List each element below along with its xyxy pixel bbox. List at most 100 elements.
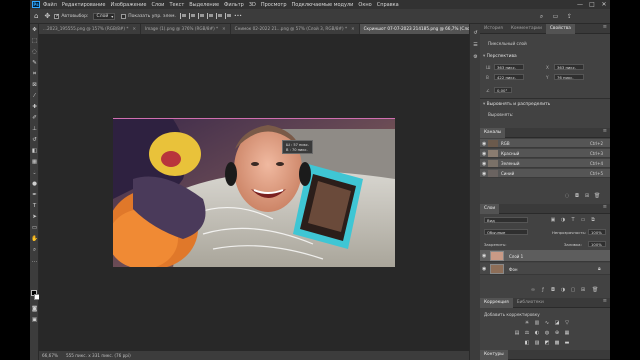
delete-channel-icon[interactable]: 🗑︎: [594, 193, 600, 199]
filter-pixel-icon[interactable]: ▣: [550, 217, 556, 223]
curves-icon[interactable]: ∿: [544, 320, 550, 326]
quick-mask-icon[interactable]: ◙: [31, 306, 38, 313]
comments-icon[interactable]: ☰: [472, 42, 479, 49]
filter-shape-icon[interactable]: ▭: [580, 217, 586, 223]
path-select-tool-icon[interactable]: ➤: [31, 214, 38, 221]
channel-mixer-icon[interactable]: ⊕: [554, 330, 560, 336]
panel-menu-icon[interactable]: ≡: [603, 128, 607, 134]
lasso-tool-icon[interactable]: ◌: [31, 49, 38, 56]
tab-adjustments[interactable]: Коррекция: [480, 298, 513, 308]
load-selection-icon[interactable]: ◌: [564, 193, 570, 199]
black-white-icon[interactable]: ◐: [534, 330, 540, 336]
align-section-title[interactable]: Выровнять и распределить: [483, 102, 551, 107]
height-field[interactable]: 422 пикс.: [494, 74, 524, 80]
rectangle-tool-icon[interactable]: ▭: [31, 225, 38, 232]
brush-tool-icon[interactable]: ✐: [31, 115, 38, 122]
close-button[interactable]: ✕: [598, 0, 610, 9]
tab-layers[interactable]: Слои: [480, 204, 500, 214]
clone-stamp-tool-icon[interactable]: ⊥: [31, 126, 38, 133]
menu-window[interactable]: Окно: [358, 2, 371, 8]
maximize-button[interactable]: □: [586, 0, 598, 9]
vibrance-icon[interactable]: ▽: [564, 320, 570, 326]
layer-name[interactable]: Слой 1: [509, 254, 523, 259]
properties-icon[interactable]: ⚙: [472, 54, 479, 61]
filter-smart-icon[interactable]: ⧉: [590, 217, 596, 223]
doc-tab[interactable]: Снимок 02-2022 21...png @ 57% (Слой 3, R…: [231, 24, 360, 34]
type-tool-icon[interactable]: T: [31, 203, 38, 210]
eye-icon[interactable]: ◉: [482, 253, 486, 259]
menu-select[interactable]: Выделение: [189, 2, 219, 8]
zoom-level[interactable]: 66,67%: [42, 353, 58, 358]
blur-tool-icon[interactable]: 💧︎: [31, 170, 38, 177]
tab-paths[interactable]: Контуры: [480, 350, 508, 360]
exposure-icon[interactable]: ◪: [554, 320, 560, 326]
tab-history[interactable]: История: [480, 24, 507, 34]
levels-icon[interactable]: ▥: [534, 320, 540, 326]
new-channel-icon[interactable]: ⊞: [584, 193, 590, 199]
panel-menu-icon[interactable]: ≡: [603, 24, 607, 30]
doc-tab[interactable]: ...2023_195555.png @ 157% (RGB/8#) * ✕: [39, 24, 142, 34]
group-icon[interactable]: ▢: [570, 287, 576, 293]
adjustment-layer-icon[interactable]: ◑: [560, 287, 566, 293]
hue-saturation-icon[interactable]: ▤: [514, 330, 520, 336]
menu-image[interactable]: Изображение: [110, 2, 146, 8]
quick-select-tool-icon[interactable]: ✎: [31, 60, 38, 67]
healing-brush-tool-icon[interactable]: ✚: [31, 104, 38, 111]
menu-view[interactable]: Просмотр: [261, 2, 287, 8]
close-tab-icon[interactable]: ✕: [222, 26, 226, 31]
tab-properties[interactable]: Свойства: [545, 24, 575, 34]
panel-menu-icon[interactable]: ≡: [603, 204, 607, 210]
channel-row[interactable]: ◉ Красный Ctrl+3: [480, 149, 610, 158]
show-transform-checkbox[interactable]: [121, 13, 127, 19]
minimize-button[interactable]: —: [574, 0, 586, 9]
frame-tool-icon[interactable]: ⊠: [31, 82, 38, 89]
document-canvas[interactable]: [113, 118, 395, 267]
home-icon[interactable]: ⌂: [34, 12, 38, 20]
x-field[interactable]: 363 пикс.: [554, 64, 584, 70]
posterize-icon[interactable]: ▨: [534, 340, 540, 346]
filter-adjust-icon[interactable]: ◑: [560, 217, 566, 223]
history-brush-tool-icon[interactable]: ↺: [31, 137, 38, 144]
align-middle-icon[interactable]: [215, 13, 222, 19]
transform-section-title[interactable]: Перспектива: [483, 54, 517, 59]
auto-select-checkbox[interactable]: [54, 13, 60, 19]
workspace-icon[interactable]: ▭: [552, 13, 559, 20]
channel-row[interactable]: ◉ Синий Ctrl+5: [480, 169, 610, 178]
close-tab-icon[interactable]: ✕: [133, 26, 137, 31]
align-top-icon[interactable]: [206, 13, 213, 19]
photo-filter-icon[interactable]: ◍: [544, 330, 550, 336]
menu-filter[interactable]: Фильтр: [224, 2, 244, 8]
color-balance-icon[interactable]: ⚖: [524, 330, 530, 336]
angle-field[interactable]: 0,00°: [494, 87, 512, 93]
gradient-map-icon[interactable]: ▬: [564, 340, 570, 346]
selective-color-icon[interactable]: ▩: [554, 340, 560, 346]
auto-select-dropdown[interactable]: Слой: [92, 12, 116, 20]
artboard-tool-icon[interactable]: ⬚: [31, 38, 38, 45]
opacity-field[interactable]: 100%: [588, 229, 606, 235]
crop-tool-icon[interactable]: ⌗: [31, 71, 38, 78]
invert-icon[interactable]: ◧: [524, 340, 530, 346]
align-right-icon[interactable]: [197, 13, 204, 19]
channel-row[interactable]: ◉ Зеленый Ctrl+4: [480, 159, 610, 168]
filter-type-icon[interactable]: T: [570, 217, 576, 223]
hand-tool-icon[interactable]: ✋: [31, 236, 38, 243]
link-layers-icon[interactable]: ∞: [530, 287, 536, 293]
eyedropper-tool-icon[interactable]: ⁄: [31, 93, 38, 100]
canvas-area[interactable]: Ш : 57 пикс. В : 70 пикс.: [39, 34, 469, 351]
dodge-tool-icon[interactable]: ●: [31, 181, 38, 188]
close-tab-icon[interactable]: ✕: [351, 26, 355, 31]
share-icon[interactable]: ⇪: [566, 13, 573, 20]
zoom-tool-icon[interactable]: ⌕: [31, 247, 38, 254]
color-lookup-icon[interactable]: ▦: [564, 330, 570, 336]
layer-filter-select[interactable]: Вид: [484, 217, 528, 223]
tab-channels[interactable]: Каналы: [480, 128, 506, 138]
new-layer-icon[interactable]: ⊞: [580, 287, 586, 293]
layer-mask-icon[interactable]: ◘: [550, 287, 556, 293]
gradient-tool-icon[interactable]: ▦: [31, 159, 38, 166]
fill-field[interactable]: 100%: [588, 241, 606, 247]
layer-name[interactable]: Фон: [509, 267, 518, 272]
eye-icon[interactable]: ◉: [482, 151, 486, 157]
menu-layers[interactable]: Слои: [151, 2, 164, 8]
eraser-tool-icon[interactable]: ◧: [31, 148, 38, 155]
eye-icon[interactable]: ◉: [482, 161, 486, 167]
